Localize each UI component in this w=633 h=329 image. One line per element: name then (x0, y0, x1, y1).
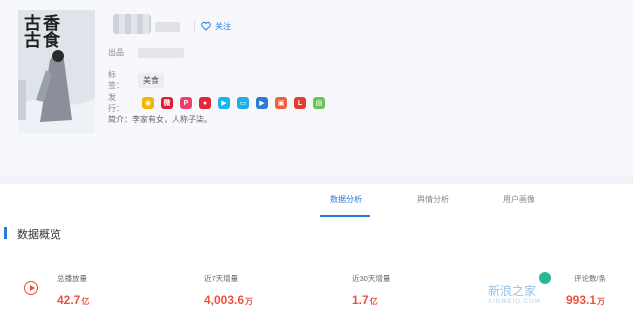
stat-label: 近7天增量 (204, 274, 239, 283)
iqiyi-icon[interactable]: ▶ (256, 97, 268, 109)
tag-chip[interactable]: 美食 (138, 72, 164, 88)
comment-icon (539, 272, 551, 284)
stat-value: 4,003.6万 (204, 293, 254, 307)
tab-user-profile[interactable]: 用户画像 (503, 194, 535, 205)
release-label: 发行： (108, 93, 124, 113)
channel-name-blurred (113, 14, 151, 34)
tags-row: 标签： 美食 (108, 69, 164, 91)
stat-30day-growth: 近30天增量 1.7亿 (352, 273, 390, 307)
intro-row: 简介： 李家有女，人称子柒。 (108, 114, 212, 125)
site-watermark: 新浪之家 XINWEIQ.COM (488, 284, 541, 305)
stat-comments: 评论数/条 993.1万 (566, 273, 607, 307)
profile-card: 古香古食 关注 出品 标签： 美食 发行： ◉ 微 P ● ▶ ▭ ▶ ▣ L ▤ 简介： 李家有… (0, 0, 633, 176)
platform-icons: ◉ 微 P ● ▶ ▭ ▶ ▣ L ▤ (142, 97, 325, 109)
youku-icon[interactable]: ● (199, 97, 211, 109)
tab-sentiment-analysis[interactable]: 舆情分析 (417, 194, 449, 205)
stat-value: 1.7亿 (352, 293, 378, 307)
stat-total-plays: 总播放量 42.7亿 (57, 273, 89, 307)
tencent-video-icon[interactable]: ▶ (218, 97, 230, 109)
stat-label: 总播放量 (57, 274, 87, 283)
intro-label: 简介： (108, 115, 132, 124)
tab-bar: 数据分析 舆情分析 用户画像 (0, 184, 633, 218)
bilibili-tv-icon[interactable]: ▭ (237, 97, 249, 109)
cover-image[interactable]: 古香古食 (18, 10, 95, 133)
le-icon[interactable]: L (294, 97, 306, 109)
cover-title: 古香古食 (24, 14, 62, 51)
section-title: 数据概览 (17, 229, 61, 241)
follow-label: 关注 (215, 21, 231, 31)
play-icon (24, 281, 38, 295)
tab-data-analysis[interactable]: 数据分析 (330, 194, 362, 205)
bilibili-style-icon[interactable]: ◉ (142, 97, 154, 109)
heart-icon (201, 21, 211, 31)
intro-text: 李家有女，人称子柒。 (132, 115, 212, 124)
pptv-icon[interactable]: ▤ (313, 97, 325, 109)
stat-label: 评论数/条 (574, 274, 607, 283)
stat-7day-growth: 近7天增量 4,003.6万 (204, 273, 253, 307)
huajiao-icon[interactable]: P (180, 97, 192, 109)
publisher-label: 出品 (108, 48, 124, 57)
stat-label: 近30天增量 (352, 274, 391, 283)
xigua-icon[interactable]: ▣ (275, 97, 287, 109)
follow-button[interactable]: 关注 (194, 20, 231, 32)
release-row: 发行： ◉ 微 P ● ▶ ▭ ▶ ▣ L ▤ (108, 92, 325, 114)
weibo-icon[interactable]: 微 (161, 97, 173, 109)
stat-value: 993.1万 (566, 293, 606, 307)
section-marker (4, 227, 7, 239)
stat-value: 42.7亿 (57, 293, 90, 307)
verified-badge-blurred (155, 22, 180, 32)
tags-label: 标签： (108, 70, 124, 90)
analytics-panel: 数据分析 舆情分析 用户画像 数据概览 总播放量 42.7亿 近7天增量 4,0… (0, 184, 633, 329)
publisher-row: 出品 (108, 47, 184, 58)
publisher-value-blurred (138, 47, 184, 58)
active-tab-indicator (320, 215, 370, 217)
